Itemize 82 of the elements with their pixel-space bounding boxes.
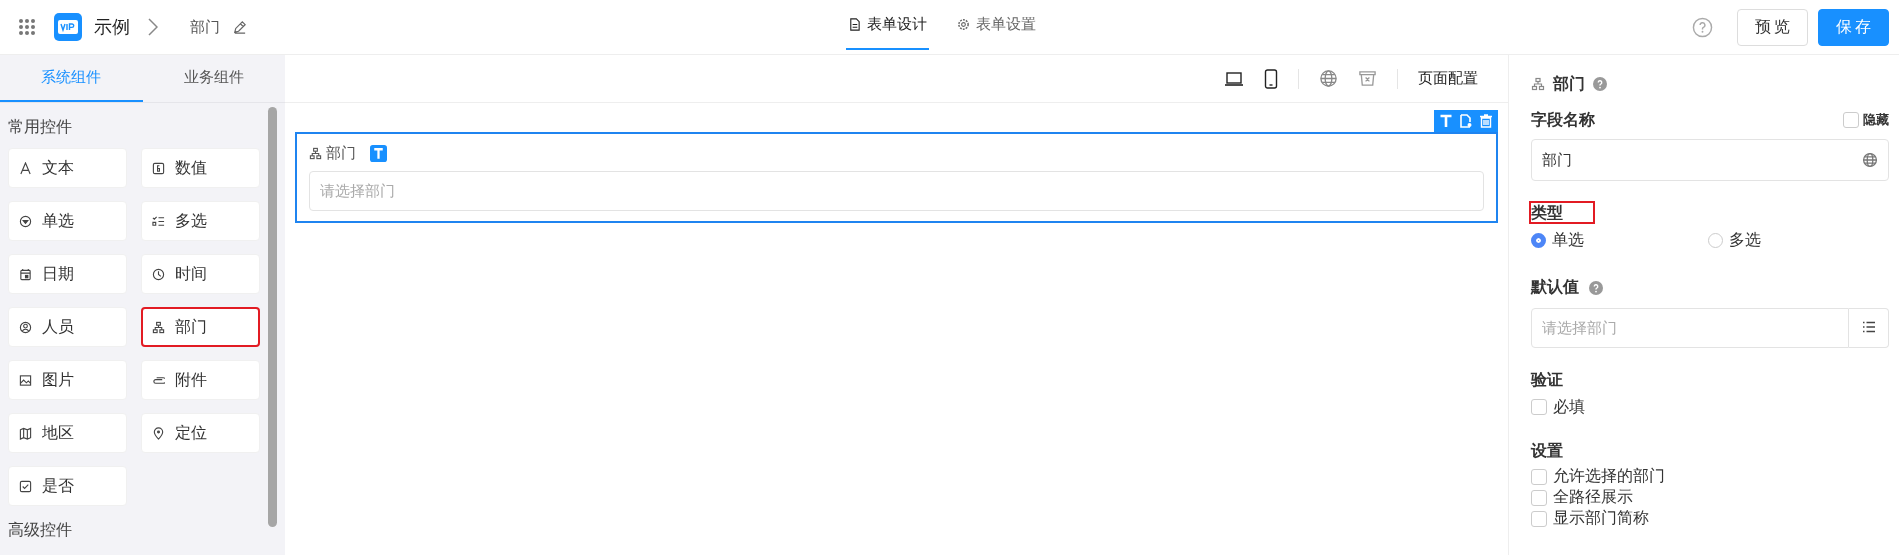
org-chart-icon	[1531, 77, 1545, 91]
field-label: 部门	[326, 144, 356, 163]
edit-icon[interactable]	[232, 19, 247, 35]
component-item[interactable]: 多选	[141, 201, 260, 241]
component-item[interactable]: 部门	[141, 307, 260, 347]
vip-logo-icon	[54, 13, 82, 41]
list-icon	[1861, 320, 1876, 333]
page-name: 部门	[190, 17, 220, 37]
section-label: 默认值	[1531, 277, 1579, 298]
section-label: 字段名称	[1531, 109, 1595, 131]
scrollbar[interactable]	[268, 107, 277, 527]
component-item[interactable]: 定位	[141, 413, 260, 453]
checkbox-label: 显示部门简称	[1553, 508, 1649, 529]
default-value-input[interactable]: 请选择部门	[1531, 308, 1849, 348]
header-tab[interactable]: 表单设置	[955, 0, 1038, 50]
help-icon[interactable]	[1692, 16, 1713, 38]
component-item[interactable]: 文本	[8, 148, 127, 188]
laptop-icon[interactable]	[1224, 70, 1244, 87]
org-chart-icon	[309, 147, 322, 160]
page-config-link[interactable]: 页面配置	[1418, 69, 1478, 88]
component-item[interactable]: 人员	[8, 307, 127, 347]
properties-title: 部门	[1553, 73, 1585, 95]
component-item[interactable]: 数值	[141, 148, 260, 188]
preview-button[interactable]: 预览	[1737, 8, 1808, 46]
checkbox[interactable]	[1531, 468, 1547, 485]
section-label: 验证	[1531, 370, 1563, 389]
component-item[interactable]: 时间	[141, 254, 260, 294]
radio-button[interactable]	[1531, 233, 1546, 248]
map-icon	[19, 426, 32, 440]
radio-label: 多选	[1729, 230, 1761, 251]
checkbox-icon	[19, 479, 32, 493]
dropdown-circle-icon	[19, 214, 32, 228]
chevron-right-icon	[148, 18, 158, 36]
letter-a-icon	[19, 161, 32, 175]
component-item[interactable]: 地区	[8, 413, 127, 453]
checkbox[interactable]	[1531, 510, 1547, 527]
hidden-label: 隐藏	[1863, 111, 1889, 129]
checkbox[interactable]	[1531, 399, 1547, 415]
component-item[interactable]: 日期	[8, 254, 127, 294]
section-label: 类型	[1531, 203, 1593, 222]
trash-bin-icon[interactable]	[1358, 69, 1377, 88]
header-tab[interactable]: 表单设计	[846, 0, 929, 50]
text-type-icon	[370, 145, 387, 162]
checkbox-label: 全路径展示	[1553, 487, 1633, 508]
checkbox[interactable]	[1843, 112, 1859, 128]
number-box-icon	[152, 161, 165, 175]
location-pin-icon	[152, 426, 165, 440]
org-chart-icon	[152, 320, 165, 334]
component-item[interactable]: 图片	[8, 360, 127, 400]
checkbox[interactable]	[1531, 489, 1547, 506]
field-name-input[interactable]: 部门	[1531, 139, 1889, 181]
document-icon	[848, 17, 861, 31]
globe-icon[interactable]	[1862, 152, 1878, 168]
image-icon	[19, 373, 32, 387]
checkbox-label: 必填	[1553, 396, 1585, 418]
delete-icon[interactable]	[1479, 114, 1493, 128]
checkbox-label: 允许选择的部门	[1553, 466, 1665, 487]
help-icon[interactable]	[1593, 77, 1607, 91]
globe-icon[interactable]	[1319, 69, 1338, 88]
help-icon[interactable]	[1589, 280, 1603, 295]
section-label: 设置	[1531, 441, 1563, 460]
user-icon	[19, 320, 32, 334]
group-title: 高级控件	[8, 519, 73, 541]
component-item[interactable]: 单选	[8, 201, 127, 241]
calendar-icon	[19, 267, 32, 281]
group-title: 常用控件	[8, 116, 73, 138]
component-item[interactable]: 是否	[8, 466, 127, 506]
phone-icon[interactable]	[1264, 68, 1278, 89]
apps-grid-icon[interactable]	[18, 18, 36, 36]
radio-button[interactable]	[1708, 233, 1723, 248]
text-format-icon[interactable]	[1439, 114, 1453, 128]
checklist-icon	[152, 214, 165, 228]
component-item[interactable]: 附件	[141, 360, 260, 400]
list-picker-button[interactable]	[1849, 308, 1889, 348]
form-field-card[interactable]: 部门 请选择部门	[295, 132, 1498, 223]
clock-icon	[152, 267, 165, 281]
copy-icon[interactable]	[1459, 114, 1473, 128]
radio-label: 单选	[1552, 230, 1584, 251]
sidebar-tab[interactable]: 业务组件	[142, 55, 285, 102]
app-name: 示例	[94, 15, 130, 39]
settings-icon	[957, 17, 970, 31]
department-select-field[interactable]: 请选择部门	[309, 171, 1484, 211]
